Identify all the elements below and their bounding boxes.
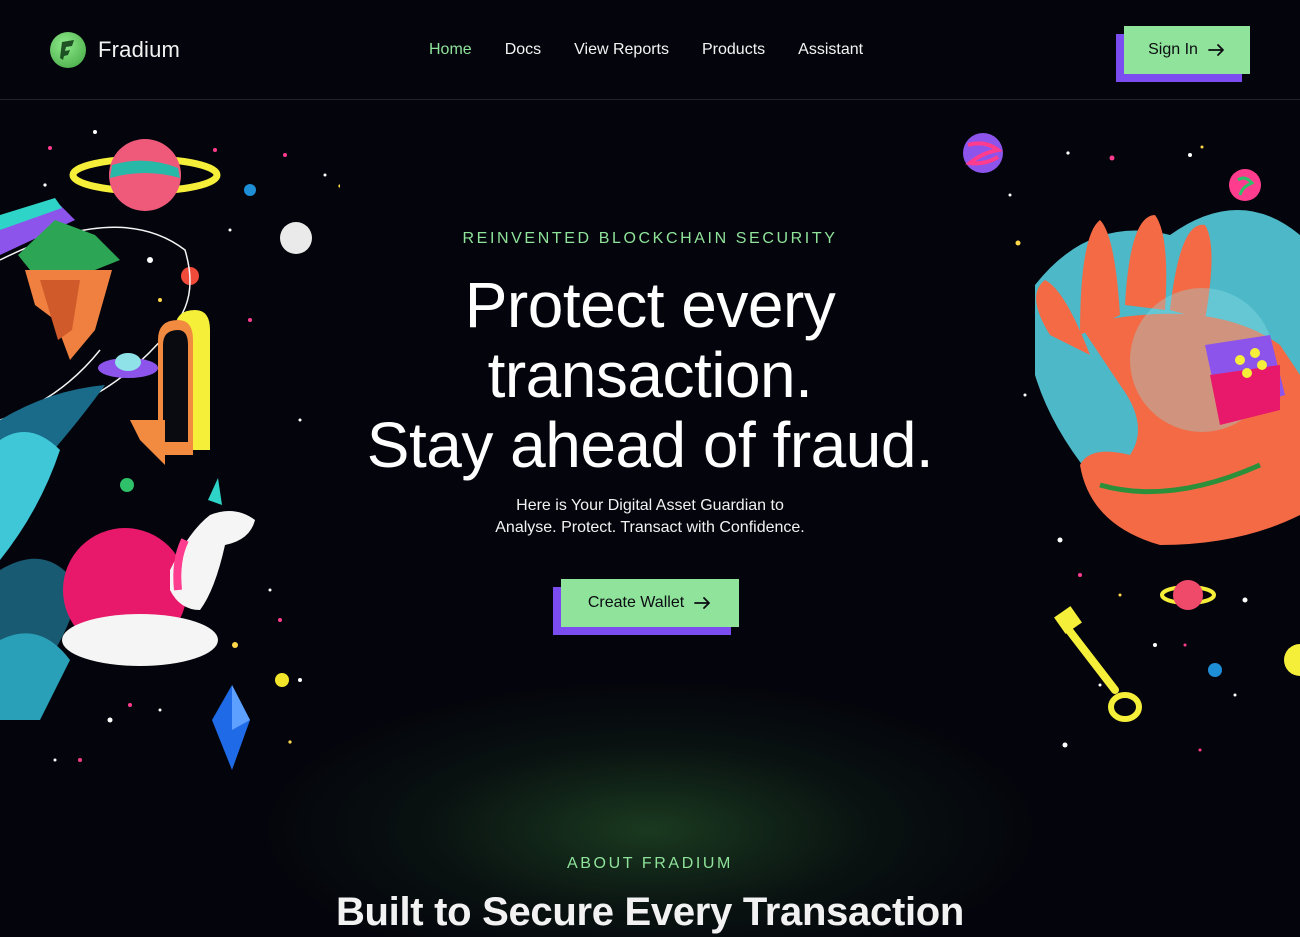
create-wallet-button[interactable]: Create Wallet bbox=[553, 579, 739, 635]
nav-products[interactable]: Products bbox=[702, 41, 765, 59]
site-header: Fradium Home Docs View Reports Products … bbox=[0, 0, 1300, 100]
about-title: Built to Secure Every Transaction bbox=[335, 890, 965, 934]
fradium-logo-icon bbox=[50, 32, 86, 68]
nav-assistant[interactable]: Assistant bbox=[798, 41, 863, 59]
hero-title-line-3: Stay ahead of fraud. bbox=[366, 409, 934, 481]
create-wallet-button-face[interactable]: Create Wallet bbox=[561, 579, 739, 627]
nav-home[interactable]: Home bbox=[429, 41, 472, 59]
hero-title-line-2: transaction. bbox=[487, 339, 813, 411]
arrow-right-icon bbox=[1208, 43, 1226, 57]
hero-title: Protect every transaction. Stay ahead of… bbox=[0, 270, 1300, 480]
hero-eyebrow: REINVENTED BLOCKCHAIN SECURITY bbox=[462, 230, 838, 247]
sign-in-button[interactable]: Sign In bbox=[1116, 26, 1250, 82]
nav-docs[interactable]: Docs bbox=[505, 41, 541, 59]
nav-view-reports[interactable]: View Reports bbox=[574, 41, 669, 59]
hero-section: REINVENTED BLOCKCHAIN SECURITY Protect e… bbox=[0, 100, 1300, 937]
hero-title-line-1: Protect every bbox=[464, 269, 836, 341]
brand-name: Fradium bbox=[98, 37, 181, 62]
main-nav: Home Docs View Reports Products Assistan… bbox=[429, 41, 896, 59]
sign-in-button-face[interactable]: Sign In bbox=[1124, 26, 1250, 74]
arrow-right-icon bbox=[694, 596, 712, 610]
hero-subtitle-line-1: Here is Your Digital Asset Guardian to bbox=[516, 497, 784, 514]
about-eyebrow: ABOUT FRADIUM bbox=[567, 855, 733, 872]
hero-subtitle-line-2: Analyse. Protect. Transact with Confiden… bbox=[495, 519, 805, 536]
sign-in-label: Sign In bbox=[1148, 41, 1198, 58]
brand-logo[interactable]: Fradium bbox=[50, 32, 180, 68]
create-wallet-label: Create Wallet bbox=[587, 594, 685, 611]
hero-subtitle: Here is Your Digital Asset Guardian to A… bbox=[0, 495, 1300, 539]
